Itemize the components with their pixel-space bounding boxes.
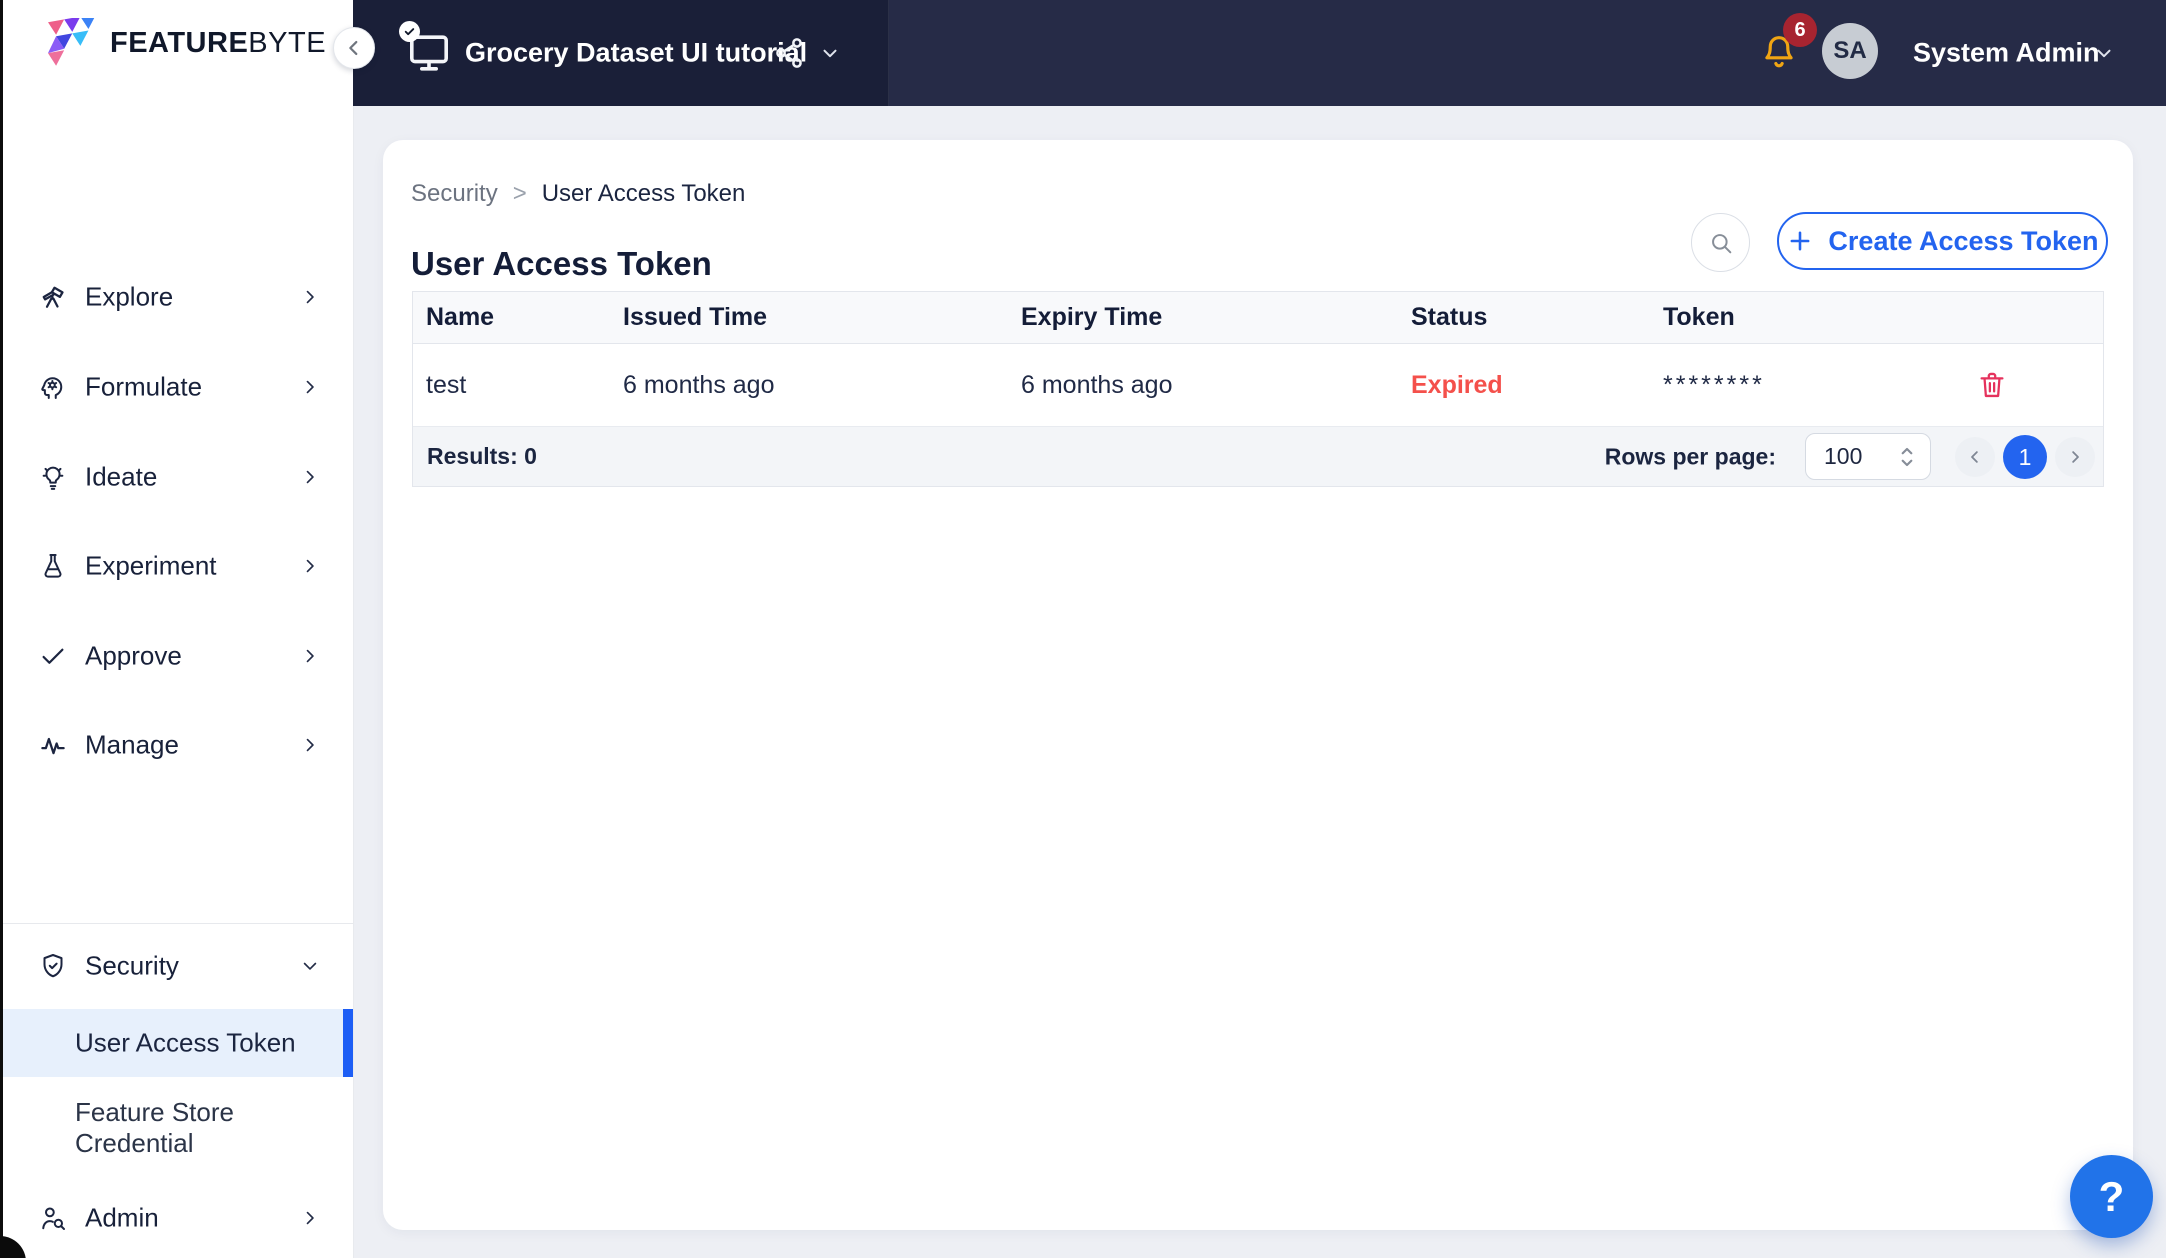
sidebar-item-label: Manage xyxy=(85,729,179,760)
select-spinner-icon xyxy=(1894,442,1920,472)
screen-edge-artifact xyxy=(0,0,3,1258)
sidebar-item-ideate[interactable]: Ideate xyxy=(0,432,353,522)
chevron-right-icon xyxy=(300,1208,320,1228)
chevron-right-icon xyxy=(300,556,320,576)
results-count: Results: 0 xyxy=(427,443,537,469)
create-access-token-button[interactable]: Create Access Token xyxy=(1777,212,2108,270)
sidebar-item-admin[interactable]: Admin xyxy=(0,1182,353,1254)
sidebar-item-label: Ideate xyxy=(85,461,158,492)
chevron-down-icon[interactable] xyxy=(2093,42,2115,64)
column-header-issued-time: Issued Time xyxy=(623,303,768,331)
pagination-next-button[interactable] xyxy=(2055,437,2095,477)
pulse-icon xyxy=(38,730,68,760)
column-header-status: Status xyxy=(1411,303,1488,331)
column-header-expiry-time: Expiry Time xyxy=(1021,303,1163,331)
sidebar-item-label: Security xyxy=(85,950,179,981)
chevron-right-icon xyxy=(300,735,320,755)
chevron-right-icon xyxy=(2066,448,2084,466)
sidebar-subitem-label: Feature Store Credential xyxy=(75,1097,234,1158)
user-search-icon xyxy=(38,1203,68,1233)
cell-name: test xyxy=(426,370,467,399)
project-selector[interactable]: Grocery Dataset UI tutorial xyxy=(353,0,889,106)
sidebar-collapse-button[interactable] xyxy=(333,27,375,69)
app-root: FEATUREBYTE Explore Formulate Ideate Exp… xyxy=(0,0,2166,1258)
project-title: Grocery Dataset UI tutorial xyxy=(465,37,808,68)
breadcrumb: Security > User Access Token xyxy=(411,180,745,208)
breadcrumb-current: User Access Token xyxy=(541,180,746,207)
main-content-card: Security > User Access Token User Access… xyxy=(383,140,2133,1230)
logo-text-light: BYTE xyxy=(248,26,327,59)
column-header-token: Token xyxy=(1663,303,1735,331)
page-title: User Access Token xyxy=(411,245,712,282)
sidebar-item-label: Experiment xyxy=(85,550,217,581)
chevron-right-icon xyxy=(300,377,320,397)
delete-token-button[interactable] xyxy=(1976,368,2008,402)
sidebar-item-manage[interactable]: Manage xyxy=(0,700,353,790)
sidebar-item-label: Formulate xyxy=(85,371,203,402)
help-button[interactable]: ? xyxy=(2070,1155,2153,1238)
monitor-icon xyxy=(399,21,453,76)
chevron-right-icon xyxy=(300,287,320,307)
share-icon[interactable] xyxy=(771,35,807,71)
pagination-current-page[interactable]: 1 xyxy=(2003,435,2047,479)
featurebyte-logo[interactable]: FEATUREBYTE xyxy=(46,18,326,68)
column-header-name: Name xyxy=(426,303,495,331)
lightbulb-icon xyxy=(38,462,68,492)
telescope-icon xyxy=(38,282,68,312)
cell-actions xyxy=(1941,344,2103,426)
user-menu-name[interactable]: System Admin xyxy=(1913,38,2100,69)
sidebar-subitem-user-access-token[interactable]: User Access Token xyxy=(0,1009,353,1077)
chevron-right-icon xyxy=(300,646,320,666)
check-icon xyxy=(38,641,68,671)
sidebar: FEATUREBYTE Explore Formulate Ideate Exp… xyxy=(0,0,354,1258)
chevron-left-icon xyxy=(1966,448,1984,466)
chevron-left-icon xyxy=(343,37,365,59)
sidebar-item-label: Approve xyxy=(85,640,182,671)
sidebar-item-explore[interactable]: Explore xyxy=(0,252,353,342)
status-badge: Expired xyxy=(1411,370,1503,399)
table-footer: Results: 0 Rows per page: 100 1 xyxy=(413,427,2103,486)
notification-count-badge: 6 xyxy=(1783,13,1817,47)
active-indicator-bar xyxy=(343,1009,353,1077)
avatar[interactable]: SA xyxy=(1822,23,1878,79)
create-access-token-label: Create Access Token xyxy=(1828,225,2099,256)
rows-per-page-select[interactable]: 100 xyxy=(1805,433,1931,480)
sidebar-item-formulate[interactable]: Formulate xyxy=(0,342,353,432)
featurebyte-logo-text: FEATUREBYTE xyxy=(110,27,326,60)
mind-gear-icon xyxy=(38,372,68,402)
search-button[interactable] xyxy=(1691,213,1750,272)
sidebar-item-label: Admin xyxy=(85,1202,159,1233)
cell-issued-time: 6 months ago xyxy=(623,370,775,399)
plus-icon xyxy=(1786,227,1814,255)
featurebyte-logo-icon xyxy=(46,18,100,68)
trash-icon xyxy=(1976,368,2008,402)
cell-expiry-time: 6 months ago xyxy=(1021,370,1173,399)
flask-icon xyxy=(38,551,68,581)
chevron-right-icon xyxy=(300,467,320,487)
sidebar-subitem-feature-store-credential[interactable]: Feature Store Credential xyxy=(0,1086,353,1170)
table-row: test 6 months ago 6 months ago Expired *… xyxy=(413,344,2103,427)
rows-per-page-value: 100 xyxy=(1824,443,1863,469)
topbar: Grocery Dataset UI tutorial 6 SA System … xyxy=(353,0,2166,106)
sidebar-subitem-label: User Access Token xyxy=(75,1027,296,1058)
sidebar-item-label: Explore xyxy=(85,281,174,312)
logo-text-bold: FEATURE xyxy=(110,26,249,59)
pagination-prev-button[interactable] xyxy=(1955,437,1995,477)
search-icon xyxy=(1707,229,1735,257)
table-header-row: Name Issued Time Expiry Time Status Toke… xyxy=(413,292,2103,344)
shield-check-icon xyxy=(38,951,68,981)
chevron-down-icon[interactable] xyxy=(819,42,841,64)
cell-token-masked: ******** xyxy=(1663,370,1765,399)
sidebar-item-approve[interactable]: Approve xyxy=(0,611,353,701)
sidebar-divider xyxy=(0,923,353,924)
sidebar-item-security[interactable]: Security xyxy=(0,930,353,1002)
access-token-table: Name Issued Time Expiry Time Status Toke… xyxy=(412,291,2104,487)
breadcrumb-separator: > xyxy=(512,180,527,207)
breadcrumb-parent[interactable]: Security xyxy=(411,180,498,208)
chevron-down-icon xyxy=(300,956,320,976)
sidebar-item-experiment[interactable]: Experiment xyxy=(0,521,353,611)
rows-per-page-label: Rows per page: xyxy=(1604,443,1776,469)
column-header-actions xyxy=(1941,292,2103,343)
project-check-badge-icon xyxy=(399,21,420,42)
